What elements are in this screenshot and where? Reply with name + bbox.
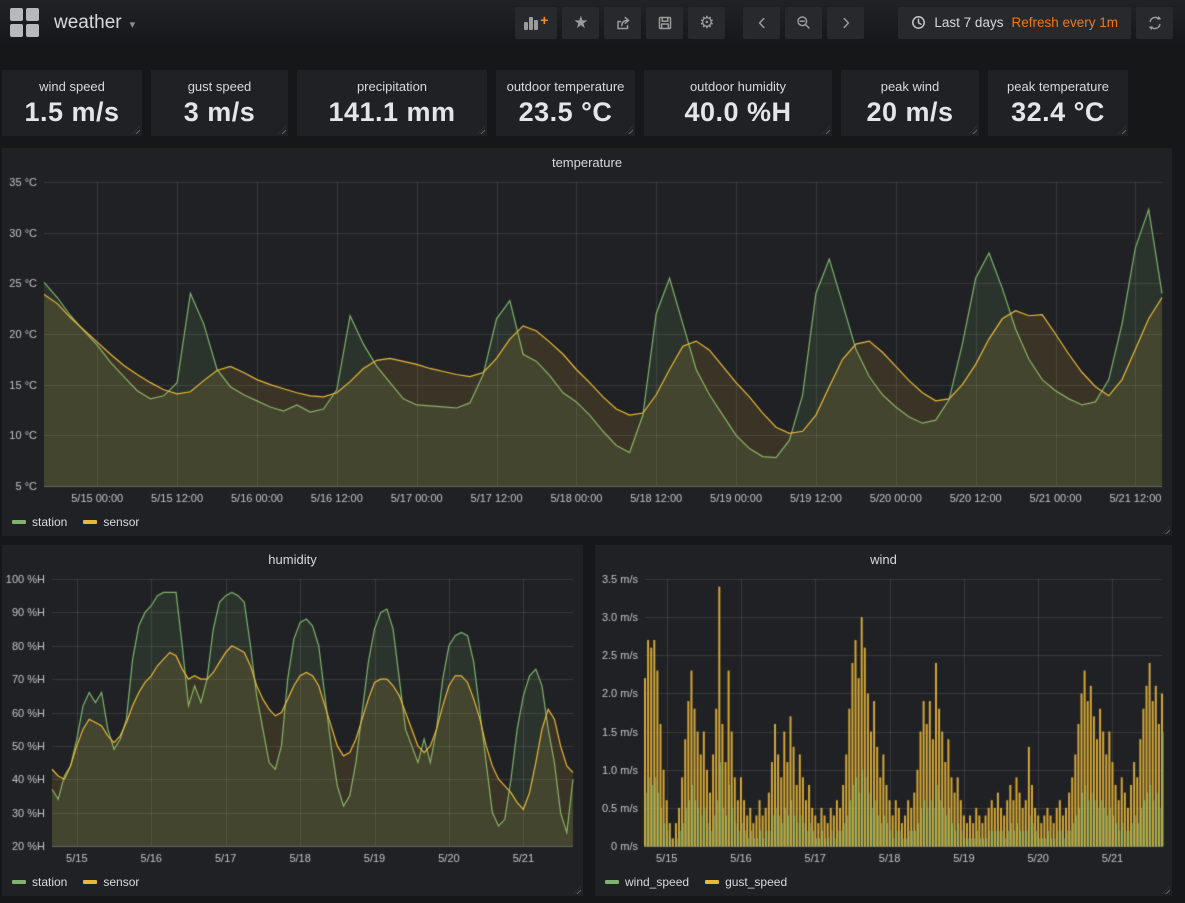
- time-range-label: Last 7 days: [934, 15, 1003, 30]
- legend-item-station[interactable]: station: [12, 875, 67, 889]
- share-icon: [615, 15, 631, 31]
- save-button[interactable]: [646, 7, 683, 39]
- legend-swatch-sensor: [83, 880, 97, 884]
- stat-value: 20 m/s: [866, 97, 953, 128]
- legend-swatch-station: [12, 880, 26, 884]
- legend-item-sensor[interactable]: sensor: [83, 875, 139, 889]
- chevron-right-icon: [839, 16, 853, 30]
- time-shift-forward-button[interactable]: [827, 7, 864, 39]
- stat-row: wind speed 1.5 m/s gust speed 3 m/s prec…: [0, 45, 1185, 136]
- legend-label: sensor: [103, 875, 139, 889]
- stat-title[interactable]: precipitation: [357, 79, 427, 94]
- legend-swatch-sensor: [83, 520, 97, 524]
- resize-handle[interactable]: [822, 126, 830, 134]
- stat-value: 40.0 %H: [684, 97, 791, 128]
- stat-panel-outdoor-humidity: outdoor humidity 40.0 %H: [644, 70, 832, 136]
- grafana-logo[interactable]: [10, 8, 39, 37]
- wind-panel: wind wind_speed gust_speed: [595, 545, 1172, 896]
- panel-title-humidity[interactable]: humidity: [2, 545, 583, 571]
- chevron-left-icon: [755, 16, 769, 30]
- legend-label: wind_speed: [625, 875, 689, 889]
- legend-item-gust-speed[interactable]: gust_speed: [705, 875, 787, 889]
- resize-handle[interactable]: [969, 126, 977, 134]
- time-shift-back-button[interactable]: [743, 7, 780, 39]
- resize-handle[interactable]: [573, 886, 581, 894]
- resize-handle[interactable]: [1118, 126, 1126, 134]
- stat-title[interactable]: wind speed: [39, 79, 105, 94]
- dashboard-title-dropdown[interactable]: weather ▾: [54, 12, 135, 34]
- humidity-panel: humidity station sensor: [2, 545, 583, 896]
- star-button[interactable]: ★: [562, 7, 599, 39]
- resize-handle[interactable]: [625, 126, 633, 134]
- stat-panel-wind-speed: wind speed 1.5 m/s: [2, 70, 142, 136]
- chevron-down-icon: ▾: [130, 15, 136, 31]
- refresh-icon: [1147, 15, 1163, 31]
- clock-icon: [911, 15, 926, 30]
- save-icon: [657, 15, 673, 31]
- temperature-chart-canvas[interactable]: [4, 174, 1170, 508]
- legend-label: gust_speed: [725, 875, 787, 889]
- legend-swatch-gust-speed: [705, 880, 719, 884]
- stat-value: 141.1 mm: [328, 97, 455, 128]
- legend-label: station: [32, 515, 67, 529]
- navbar-actions: + ★ ⚙: [515, 7, 1173, 39]
- humidity-chart-canvas[interactable]: [4, 571, 581, 868]
- stat-value: 1.5 m/s: [24, 97, 119, 128]
- humidity-legend: station sensor: [12, 875, 139, 889]
- wind-plot[interactable]: [597, 571, 1170, 868]
- humidity-plot[interactable]: [4, 571, 581, 868]
- panel-title-temperature[interactable]: temperature: [2, 148, 1172, 174]
- stat-panel-outdoor-temperature: outdoor temperature 23.5 °C: [496, 70, 635, 136]
- legend-swatch-wind-speed: [605, 880, 619, 884]
- temperature-legend: station sensor: [12, 515, 139, 529]
- bar-chart-plus-icon: +: [524, 15, 548, 31]
- zoom-out-icon: [796, 15, 811, 30]
- stat-title[interactable]: outdoor humidity: [690, 79, 786, 94]
- resize-handle[interactable]: [1162, 526, 1170, 534]
- refresh-interval-label: Refresh every 1m: [1011, 15, 1118, 30]
- share-button[interactable]: [604, 7, 641, 39]
- stat-title[interactable]: outdoor temperature: [507, 79, 625, 94]
- temperature-plot[interactable]: [4, 174, 1170, 508]
- gear-icon: ⚙: [699, 14, 714, 31]
- stat-panel-peak-wind: peak wind 20 m/s: [841, 70, 979, 136]
- temperature-panel: temperature station sensor: [2, 148, 1172, 536]
- zoom-out-button[interactable]: [785, 7, 822, 39]
- legend-item-wind-speed[interactable]: wind_speed: [605, 875, 689, 889]
- stat-value: 32.4 °C: [1011, 97, 1105, 128]
- stat-title[interactable]: gust speed: [188, 79, 252, 94]
- legend-swatch-station: [12, 520, 26, 524]
- time-range-picker[interactable]: Last 7 days Refresh every 1m: [898, 7, 1131, 39]
- stat-panel-peak-temperature: peak temperature 32.4 °C: [988, 70, 1128, 136]
- resize-handle[interactable]: [278, 126, 286, 134]
- resize-handle[interactable]: [132, 126, 140, 134]
- legend-item-sensor[interactable]: sensor: [83, 515, 139, 529]
- wind-chart-canvas[interactable]: [597, 571, 1170, 868]
- stat-panel-precipitation: precipitation 141.1 mm: [297, 70, 487, 136]
- dashboard-title: weather: [54, 12, 122, 34]
- stat-value: 3 m/s: [184, 97, 256, 128]
- add-panel-button[interactable]: +: [515, 7, 557, 39]
- wind-legend: wind_speed gust_speed: [605, 875, 787, 889]
- refresh-button[interactable]: [1136, 7, 1173, 39]
- settings-button[interactable]: ⚙: [688, 7, 725, 39]
- stat-value: 23.5 °C: [519, 97, 613, 128]
- legend-label: sensor: [103, 515, 139, 529]
- star-icon: ★: [573, 14, 588, 31]
- navbar: weather ▾ + ★ ⚙: [0, 0, 1185, 45]
- resize-handle[interactable]: [1162, 886, 1170, 894]
- resize-handle[interactable]: [477, 126, 485, 134]
- legend-label: station: [32, 875, 67, 889]
- stat-title[interactable]: peak wind: [881, 79, 940, 94]
- stat-title[interactable]: peak temperature: [1007, 79, 1109, 94]
- legend-item-station[interactable]: station: [12, 515, 67, 529]
- panel-title-wind[interactable]: wind: [595, 545, 1172, 571]
- stat-panel-gust-speed: gust speed 3 m/s: [151, 70, 288, 136]
